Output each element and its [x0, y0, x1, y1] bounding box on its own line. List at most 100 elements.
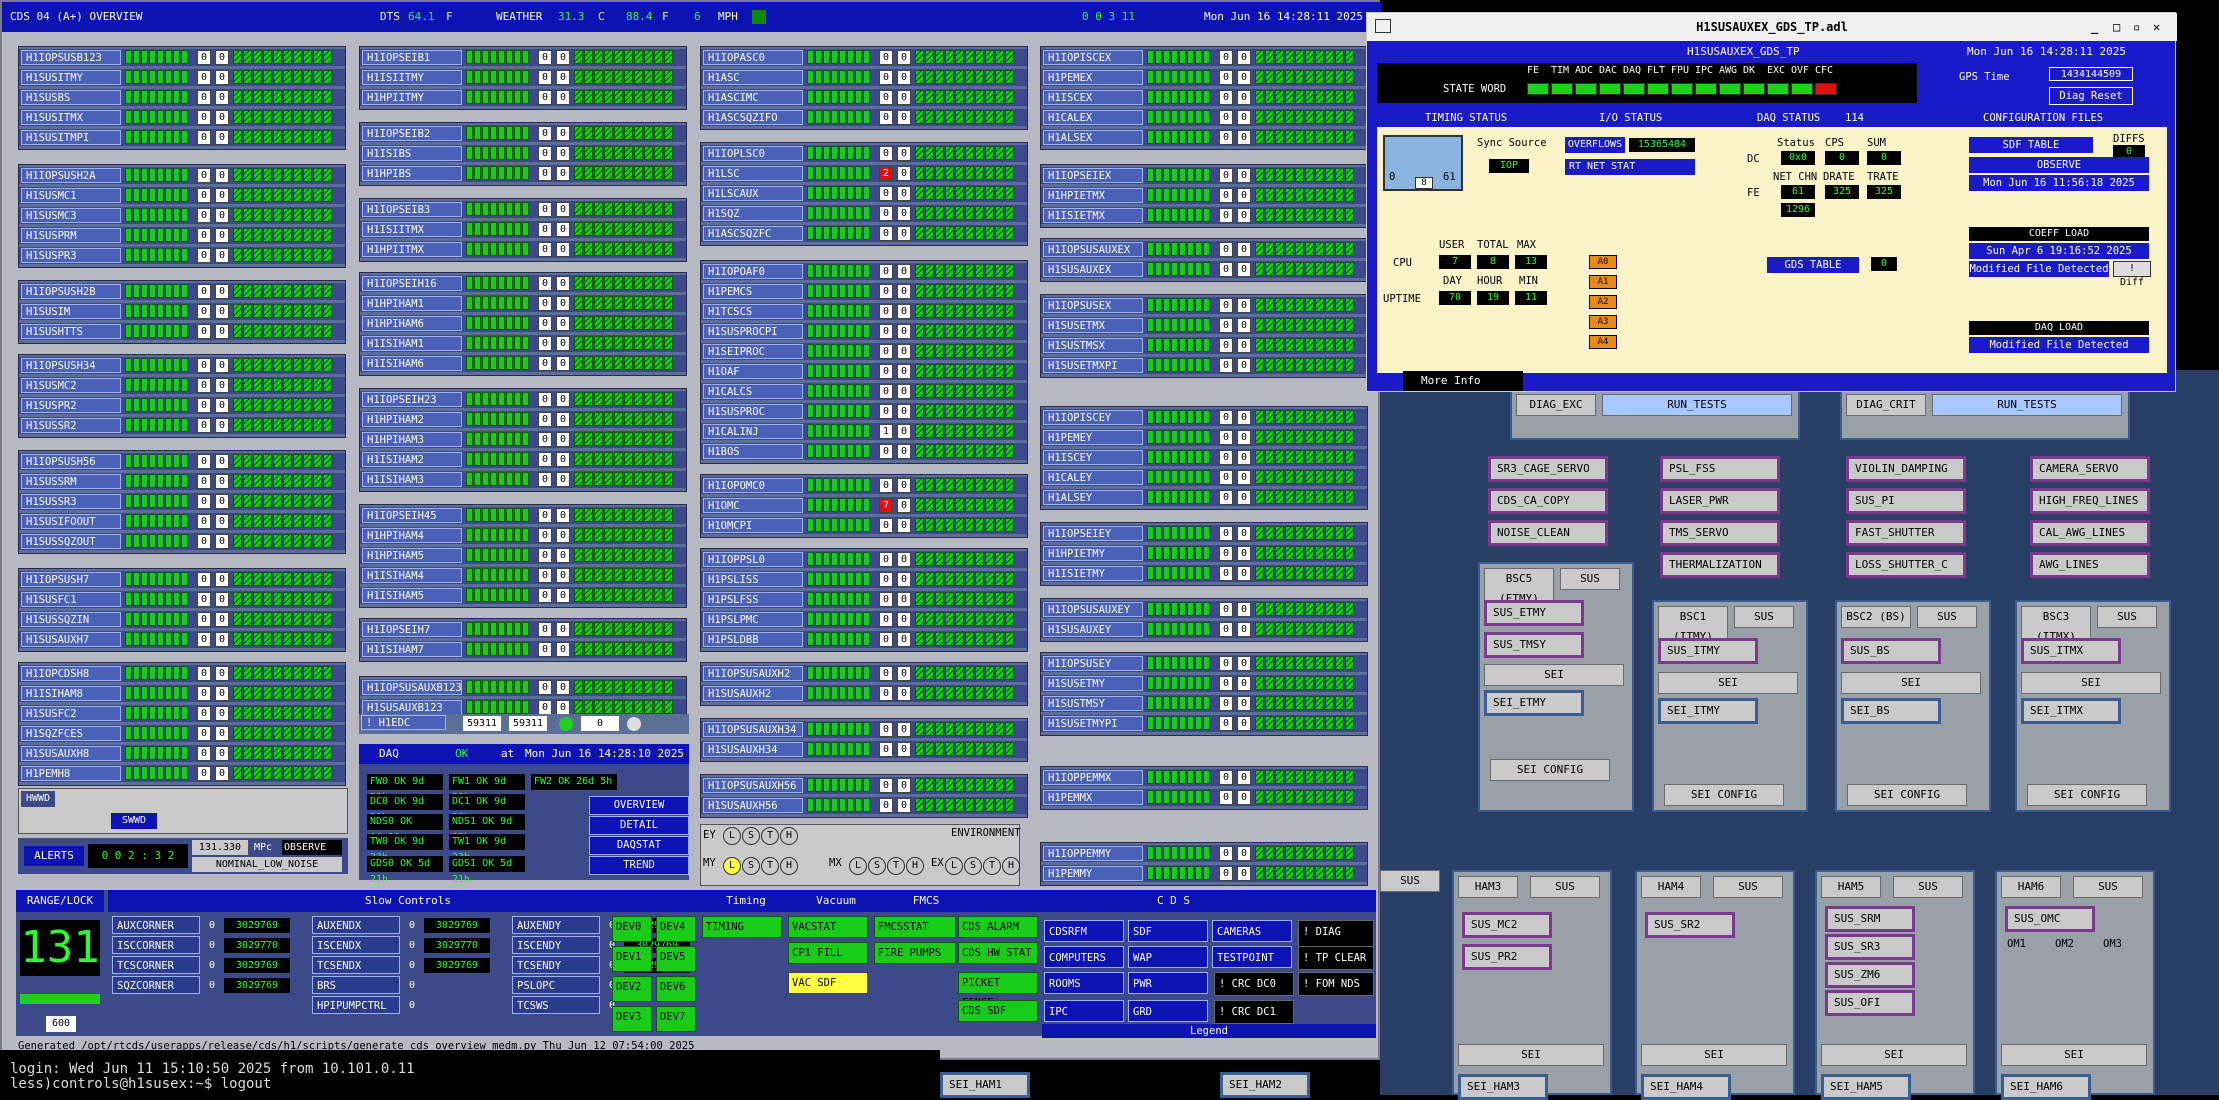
- model-button[interactable]: H1IOPSUSAUXB123: [362, 680, 462, 695]
- cds-nav-button[interactable]: ROOMS: [1044, 972, 1124, 994]
- model-button[interactable]: H1HPIETMY: [1043, 546, 1143, 561]
- ham3-sei[interactable]: SEI: [1458, 1044, 1604, 1066]
- model-button[interactable]: H1HPIITMY: [362, 90, 462, 105]
- model-button[interactable]: H1IOPISCEX: [1043, 50, 1143, 65]
- dev-cell[interactable]: DEV1: [612, 946, 652, 972]
- dev-cell[interactable]: DEV2: [612, 976, 652, 1002]
- dev-cell[interactable]: DEV4: [656, 916, 696, 942]
- model-button[interactable]: H1SUSAUXH56: [703, 798, 803, 813]
- sus-mc2[interactable]: SUS_MC2: [1462, 912, 1552, 938]
- model-button[interactable]: H1SEIPROC: [703, 344, 803, 359]
- sei-itmx[interactable]: SEI_ITMX: [2021, 698, 2121, 724]
- model-button[interactable]: H1IOPSEIB3: [362, 202, 462, 217]
- model-button[interactable]: H1IOPSUSH56: [21, 454, 121, 469]
- model-button[interactable]: H1IOPPSL0: [703, 552, 803, 567]
- sdf-table-button[interactable]: SDF TABLE: [1969, 137, 2093, 153]
- model-button[interactable]: H1IOPSEIH7: [362, 622, 462, 637]
- sus-sr3[interactable]: SUS_SR3: [1825, 934, 1915, 960]
- model-button[interactable]: H1ISIITMY: [362, 70, 462, 85]
- bsc1-sei-config[interactable]: SEI CONFIG: [1664, 784, 1784, 806]
- model-button[interactable]: H1SUSBS: [21, 90, 121, 105]
- camera-servo[interactable]: CAMERA_SERVO: [2030, 456, 2150, 482]
- model-button[interactable]: H1OMC: [703, 498, 803, 513]
- model-button[interactable]: H1ALSEX: [1043, 130, 1143, 145]
- model-button[interactable]: H1PSLFSS: [703, 592, 803, 607]
- model-button[interactable]: H1SUSAUXH7: [21, 632, 121, 647]
- model-button[interactable]: H1PSLPMC: [703, 612, 803, 627]
- sei-ham2[interactable]: SEI_HAM2: [1220, 1072, 1310, 1098]
- model-button[interactable]: H1ISIHAM3: [362, 472, 462, 487]
- picket-fence-cell[interactable]: PICKET FENCE: [958, 972, 1038, 1009]
- cds-nav-button[interactable]: SDF: [1128, 920, 1208, 942]
- dev-cell[interactable]: DEV5: [656, 946, 696, 972]
- model-button[interactable]: H1IOPSUSH34: [21, 358, 121, 373]
- model-button[interactable]: H1IOPCDSH8: [21, 666, 121, 681]
- model-button[interactable]: H1ISCEX: [1043, 90, 1143, 105]
- model-button[interactable]: H1SUSTMSY: [1043, 696, 1143, 711]
- model-button[interactable]: H1ISIETMX: [1043, 208, 1143, 223]
- h1edc-button[interactable]: ! H1EDC: [361, 715, 446, 730]
- fire-pumps-cell[interactable]: FIRE PUMPS: [874, 942, 956, 964]
- model-button[interactable]: H1SUSETMYPI: [1043, 716, 1143, 731]
- model-button[interactable]: H1HPIITMX: [362, 242, 462, 257]
- thermalization[interactable]: THERMALIZATION: [1660, 552, 1780, 578]
- model-button[interactable]: H1ALSEY: [1043, 490, 1143, 505]
- model-button[interactable]: H1IOPSUSAUXH34: [703, 722, 803, 737]
- model-button[interactable]: H1IOPSEIEX: [1043, 168, 1143, 183]
- model-button[interactable]: H1BOS: [703, 444, 803, 459]
- model-button[interactable]: H1ISIHAM2: [362, 452, 462, 467]
- model-button[interactable]: H1IOPLSC0: [703, 146, 803, 161]
- cds-nav-button[interactable]: GRD: [1128, 1000, 1208, 1022]
- model-button[interactable]: H1HPIBS: [362, 166, 462, 181]
- sei-ham1[interactable]: SEI_HAM1: [940, 1072, 1030, 1098]
- model-button[interactable]: H1IOPOMC0: [703, 478, 803, 493]
- model-button[interactable]: H1SUSPR3: [21, 248, 121, 263]
- model-button[interactable]: H1LSCAUX: [703, 186, 803, 201]
- cds-ca-copy[interactable]: CDS_CA_COPY: [1488, 488, 1608, 514]
- sei-ham3[interactable]: SEI_HAM3: [1458, 1074, 1548, 1100]
- model-button[interactable]: H1SUSAUXEY: [1043, 622, 1143, 637]
- tms-servo[interactable]: TMS_SERVO: [1660, 520, 1780, 546]
- dev-cell[interactable]: DEV7: [656, 1006, 696, 1032]
- model-button[interactable]: H1OMCPI: [703, 518, 803, 533]
- model-button[interactable]: H1PEMCS: [703, 284, 803, 299]
- model-button[interactable]: H1SUSHTTS: [21, 324, 121, 339]
- model-button[interactable]: H1SUSITMX: [21, 110, 121, 125]
- sei-ham6[interactable]: SEI_HAM6: [2001, 1074, 2091, 1100]
- high-freq-lines[interactable]: HIGH_FREQ_LINES: [2030, 488, 2150, 514]
- run-tests-button[interactable]: RUN_TESTS: [1602, 394, 1792, 416]
- model-button[interactable]: H1PSLDBB: [703, 632, 803, 647]
- slow-control-button[interactable]: TCSCORNER: [112, 956, 200, 974]
- sr3-cage-servo[interactable]: SR3_CAGE_SERVO: [1488, 456, 1608, 482]
- model-button[interactable]: H1LSC: [703, 166, 803, 181]
- run-tests-button-2[interactable]: RUN_TESTS: [1932, 394, 2122, 416]
- model-button[interactable]: H1IOPSEIH16: [362, 276, 462, 291]
- model-button[interactable]: H1ASCIMC: [703, 90, 803, 105]
- a0-button[interactable]: A0: [1589, 255, 1617, 269]
- model-button[interactable]: H1IOPPEMMX: [1043, 770, 1143, 785]
- slow-control-button[interactable]: BRS: [312, 976, 400, 994]
- legend-button[interactable]: Legend: [1042, 1024, 1376, 1038]
- a2-button[interactable]: A2: [1589, 295, 1617, 309]
- bsc1-sus-button[interactable]: SUS: [1734, 606, 1794, 628]
- model-button[interactable]: H1SUSETMXPI: [1043, 358, 1143, 373]
- sei-bs[interactable]: SEI_BS: [1841, 698, 1941, 724]
- model-button[interactable]: H1SUSITMPI: [21, 130, 121, 145]
- awg-lines[interactable]: AWG_LINES: [2030, 552, 2150, 578]
- model-button[interactable]: H1SUSAUXH8: [21, 746, 121, 761]
- model-button[interactable]: H1IOPSEIB2: [362, 126, 462, 141]
- loss-shutter[interactable]: LOSS_SHUTTER_C: [1846, 552, 1966, 578]
- ham4-sei[interactable]: SEI: [1641, 1044, 1787, 1066]
- a3-button[interactable]: A3: [1589, 315, 1617, 329]
- maximize-icon[interactable]: □: [2113, 13, 2120, 41]
- model-button[interactable]: H1SUSSR3: [21, 494, 121, 509]
- diag-exc-button[interactable]: DIAG_EXC: [1516, 394, 1596, 416]
- sus-srm[interactable]: SUS_SRM: [1825, 906, 1915, 932]
- gds-table-button[interactable]: GDS TABLE: [1767, 257, 1859, 273]
- model-button[interactable]: H1IOPSUSH7: [21, 572, 121, 587]
- model-button[interactable]: H1PEMMX: [1043, 790, 1143, 805]
- model-button[interactable]: H1ISIHAM8: [21, 686, 121, 701]
- diff-button[interactable]: ! Diff: [2113, 261, 2151, 288]
- daq-overview-button[interactable]: OVERVIEW: [589, 796, 689, 815]
- model-button[interactable]: H1HPIHAM4: [362, 528, 462, 543]
